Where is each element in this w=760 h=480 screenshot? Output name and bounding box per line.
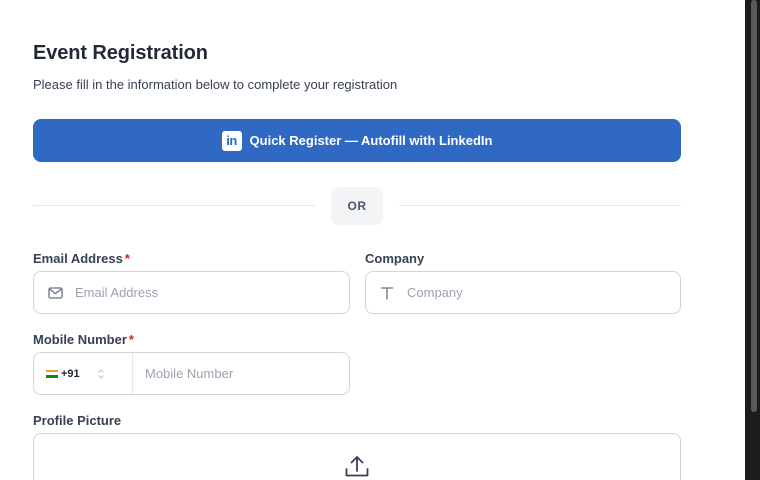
- linkedin-logo-text: in: [226, 133, 237, 148]
- mobile-label: Mobile Number *: [33, 332, 134, 347]
- linkedin-icon: in: [221, 130, 242, 151]
- divider-right: [399, 205, 681, 206]
- chevron-updown-icon: [97, 368, 105, 380]
- profile-picture-label: Profile Picture: [33, 413, 122, 428]
- mobile-number-field: +91 Mobile Number: [33, 352, 350, 395]
- linkedin-register-button[interactable]: in Quick Register — Autofill with Linked…: [33, 119, 681, 162]
- registration-panel: Event Registration Please fill in the in…: [0, 0, 745, 480]
- mail-icon: [47, 285, 63, 301]
- company-placeholder: Company: [407, 285, 463, 300]
- required-asterisk: *: [128, 332, 134, 347]
- country-dial-code: +91: [61, 367, 80, 380]
- email-label-text: Email Address: [33, 251, 123, 266]
- company-field[interactable]: Company: [365, 271, 681, 314]
- required-asterisk: *: [124, 251, 130, 266]
- page-title: Event Registration: [33, 42, 208, 64]
- flag-india-icon: [46, 369, 58, 378]
- mobile-label-text: Mobile Number: [33, 332, 127, 347]
- text-icon: [379, 285, 395, 301]
- divider-left: [33, 205, 315, 206]
- upload-icon: [343, 452, 371, 480]
- email-placeholder: Email Address: [75, 285, 159, 300]
- mobile-input[interactable]: Mobile Number: [145, 366, 233, 381]
- company-label: Company: [365, 251, 425, 266]
- email-field[interactable]: Email Address: [33, 271, 350, 314]
- linkedin-button-label: Quick Register — Autofill with LinkedIn: [249, 133, 493, 148]
- or-separator: OR: [331, 187, 383, 225]
- email-label: Email Address *: [33, 251, 130, 266]
- page-subtitle: Please fill in the information below to …: [33, 77, 398, 92]
- scrollbar-thumb[interactable]: [751, 0, 757, 412]
- country-code-select[interactable]: +91: [34, 353, 133, 394]
